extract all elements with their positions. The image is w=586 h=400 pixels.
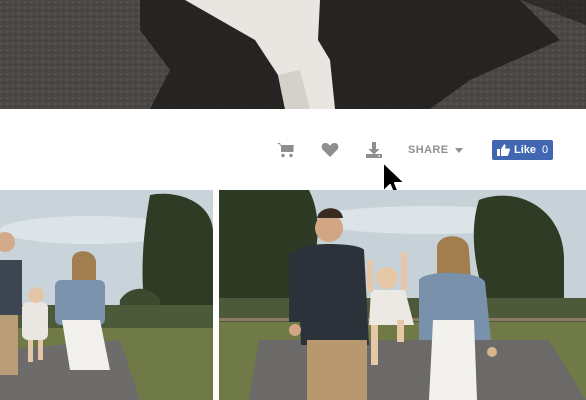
shopping-cart-icon xyxy=(277,143,294,158)
facebook-like-count: 0 xyxy=(542,144,549,156)
favorite-button[interactable] xyxy=(319,139,341,161)
facebook-like-button[interactable]: Like 0 xyxy=(492,140,553,160)
gallery-photo-left[interactable] xyxy=(0,190,213,400)
download-button[interactable] xyxy=(363,139,385,161)
top-photo[interactable] xyxy=(0,0,586,109)
gallery-photo-right[interactable] xyxy=(219,190,586,400)
add-to-cart-button[interactable] xyxy=(275,139,297,161)
thumbs-up-icon xyxy=(497,144,510,156)
share-label: SHARE xyxy=(408,144,449,156)
caret-down-icon xyxy=(454,148,463,153)
heart-icon xyxy=(321,143,339,157)
facebook-like-label: Like xyxy=(514,144,537,156)
share-dropdown[interactable]: SHARE xyxy=(408,142,463,158)
download-icon xyxy=(366,142,382,158)
